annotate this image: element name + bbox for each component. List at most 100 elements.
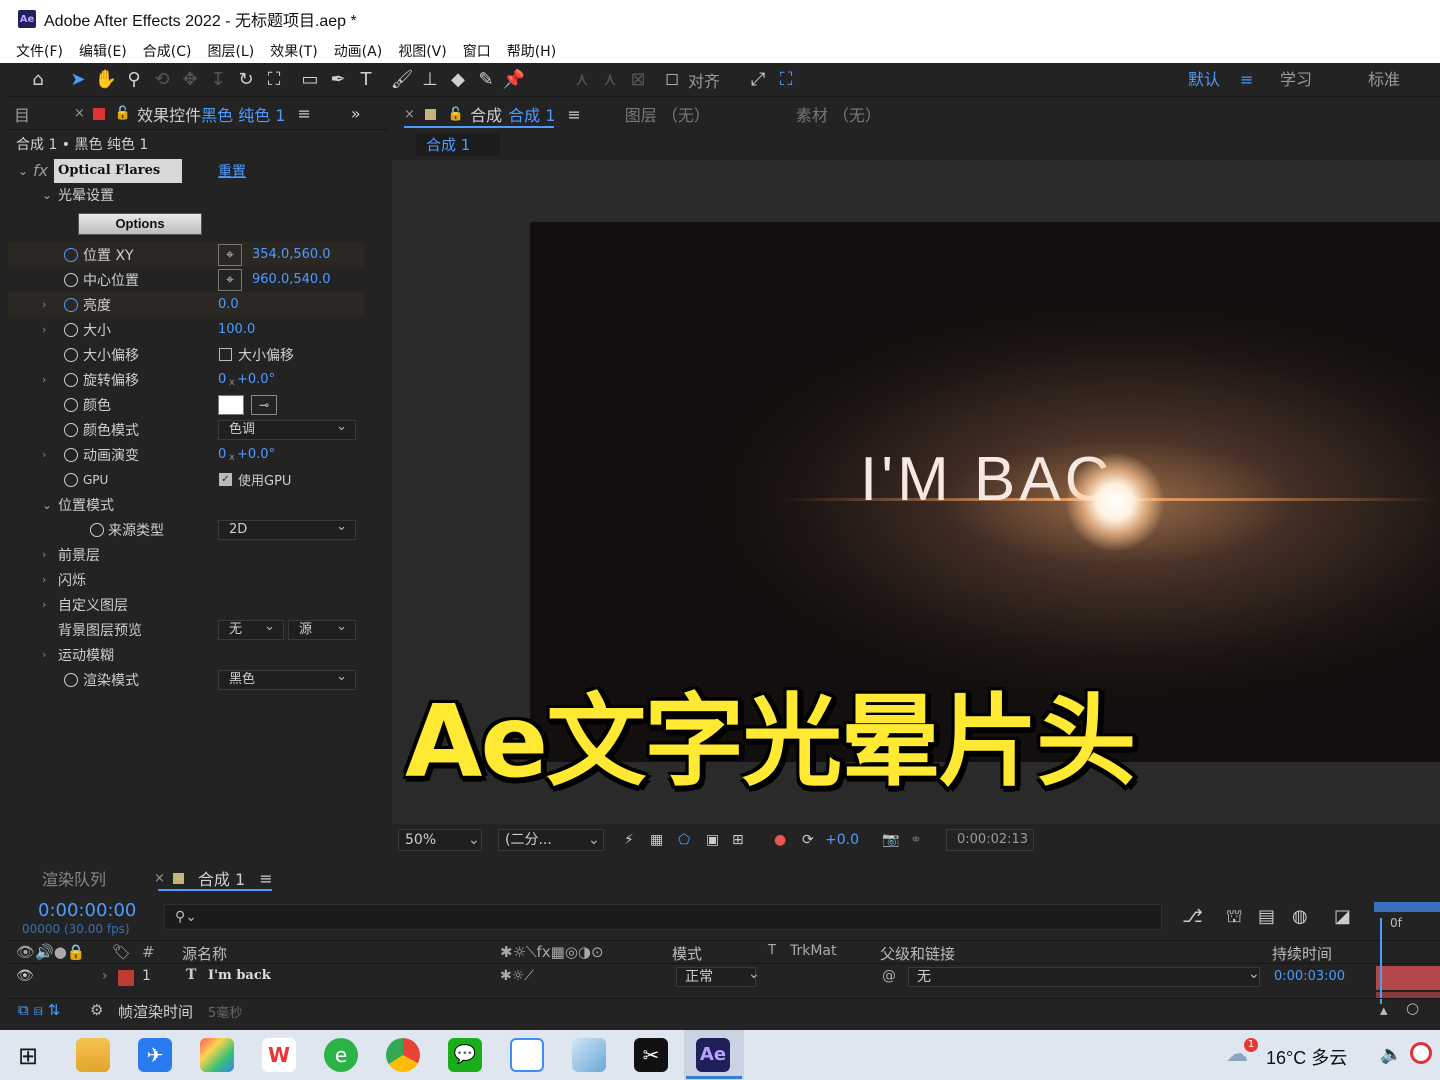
- show-snapshot-icon[interactable]: ⚭: [910, 832, 922, 848]
- color-mode-select[interactable]: 色调: [218, 418, 356, 440]
- rectangle-tool-icon[interactable]: ▭: [296, 66, 324, 94]
- reset-exposure-icon[interactable]: ⟳: [802, 832, 814, 848]
- expand-icon[interactable]: ›: [42, 648, 46, 661]
- footage-tab[interactable]: 素材 （无）: [796, 102, 881, 126]
- collapse-icon[interactable]: ⌄: [42, 188, 52, 202]
- comp-tab-label[interactable]: 合成: [470, 102, 502, 126]
- menu-composition[interactable]: 合成(C): [143, 41, 192, 61]
- layer-duration-bar[interactable]: [1376, 966, 1440, 990]
- render-queue-tab[interactable]: 渲染队列: [42, 866, 106, 890]
- fx-icon[interactable]: fx: [33, 161, 48, 180]
- pan-behind-icon[interactable]: ⛶: [260, 66, 288, 94]
- bg-source-select[interactable]: 源: [288, 618, 356, 640]
- comp-tab-name[interactable]: 合成 1: [508, 102, 555, 126]
- collapse-icon[interactable]: ⌄: [18, 164, 28, 178]
- close-icon[interactable]: ×: [74, 106, 85, 121]
- rotate-tool-icon[interactable]: ↻: [232, 66, 260, 94]
- stopwatch-icon[interactable]: [64, 297, 78, 312]
- render-mode-select[interactable]: 黑色: [218, 668, 356, 690]
- chrome-icon[interactable]: [386, 1038, 420, 1072]
- axis-world-icon[interactable]: ⋏: [596, 66, 624, 94]
- stopwatch-icon[interactable]: [90, 522, 104, 537]
- lock-icon[interactable]: 🔓: [115, 106, 131, 121]
- collapse-icon[interactable]: ⌄: [42, 498, 52, 512]
- expand-icon[interactable]: ›: [42, 298, 46, 311]
- brush-tool-icon[interactable]: 🖌: [388, 66, 416, 94]
- effect-controls-layer-name[interactable]: 黑色 纯色 1: [201, 102, 285, 126]
- current-time-display[interactable]: 0:00:02:13: [946, 829, 1034, 851]
- timeline-timecode[interactable]: 0:00:00:00: [38, 900, 136, 921]
- weather-text[interactable]: 16°C 多云: [1266, 1044, 1347, 1070]
- panel-menu-icon[interactable]: ≡: [567, 105, 580, 124]
- layer-name[interactable]: I'm back: [208, 968, 271, 983]
- prop-value[interactable]: 960.0,540.0: [252, 272, 331, 287]
- menu-layer[interactable]: 图层(L): [207, 41, 254, 61]
- crosshair-icon[interactable]: ⌖: [218, 243, 242, 266]
- group-halo-row[interactable]: ⌄ 光晕设置: [8, 182, 364, 207]
- axis-view-icon[interactable]: ⊠: [624, 66, 652, 94]
- eraser-tool-icon[interactable]: ◆: [444, 66, 472, 94]
- group-foreground-row[interactable]: › 前景层: [8, 542, 364, 567]
- prop-value[interactable]: 354.0,560.0: [252, 247, 331, 262]
- channel-icon[interactable]: ●: [774, 832, 786, 848]
- stopwatch-icon[interactable]: [64, 447, 78, 462]
- menu-animation[interactable]: 动画(A): [334, 41, 383, 61]
- project-tab[interactable]: 目: [14, 102, 30, 126]
- pen-tool-icon[interactable]: ✒: [324, 66, 352, 94]
- volume-icon[interactable]: 🔈: [1380, 1044, 1402, 1065]
- roto-brush-icon[interactable]: ✎: [472, 66, 500, 94]
- checkbox-checked[interactable]: ✓: [219, 473, 232, 486]
- exposure-value[interactable]: +0.0: [825, 832, 859, 848]
- close-icon[interactable]: ×: [404, 107, 415, 122]
- stopwatch-icon[interactable]: [64, 347, 78, 362]
- reset-link[interactable]: 重置: [218, 161, 246, 181]
- menu-edit[interactable]: 编辑(E): [79, 41, 127, 61]
- source-type-select[interactable]: 2D: [218, 518, 356, 540]
- hand-tool-icon[interactable]: ✋: [92, 66, 120, 94]
- timeline-search-input[interactable]: ⚲⌄: [164, 904, 1162, 930]
- capcut-icon[interactable]: ✂: [634, 1038, 668, 1072]
- grid-guides-icon[interactable]: ⊞: [732, 832, 744, 848]
- graph-editor-icon[interactable]: ◪: [1334, 906, 1351, 927]
- timeline-layer-row[interactable]: 👁 › 1 T I'm back ✱☼⟋ 正常 ⌄ @ 无 ⌄ 0:00:03:…: [8, 966, 1374, 990]
- feishu-icon[interactable]: ✈: [138, 1038, 172, 1072]
- expand-panels-icon[interactable]: »: [351, 104, 361, 123]
- expand-icon[interactable]: ›: [42, 373, 46, 386]
- align-checkbox[interactable]: ☐: [658, 66, 686, 94]
- stopwatch-icon[interactable]: [64, 247, 78, 262]
- options-button[interactable]: Options: [78, 213, 202, 235]
- text-tool-icon[interactable]: T: [352, 66, 380, 94]
- app-grid-icon[interactable]: [200, 1038, 234, 1072]
- menu-effect[interactable]: 效果(T): [270, 41, 317, 61]
- dolly-camera-icon[interactable]: ↧: [204, 66, 232, 94]
- axis-local-icon[interactable]: ⋏: [568, 66, 596, 94]
- group-custom-layer-row[interactable]: › 自定义图层: [8, 592, 364, 617]
- stopwatch-icon[interactable]: [64, 397, 78, 412]
- color-swatch[interactable]: [218, 394, 244, 415]
- layer-switches-icon[interactable]: ✱☼⟋: [500, 968, 534, 984]
- expand-icon[interactable]: ›: [42, 548, 46, 561]
- render-time-icon[interactable]: ⚙: [90, 1001, 103, 1019]
- motion-blur-icon[interactable]: ◍: [1292, 906, 1308, 927]
- footer-toggle-icons[interactable]: ⧉ ⧈ ⇅: [18, 1001, 60, 1019]
- prop-value-rev[interactable]: 0: [218, 447, 226, 462]
- wechat-icon[interactable]: 💬: [448, 1038, 482, 1072]
- comp-subtab[interactable]: 合成 1: [416, 134, 500, 156]
- layer-tab[interactable]: 图层 （无）: [625, 102, 710, 126]
- lock-icon[interactable]: 🔓: [448, 107, 464, 122]
- expand-icon[interactable]: ›: [42, 573, 46, 586]
- zoom-slider-handle[interactable]: ○: [1406, 999, 1419, 1017]
- snap-icon[interactable]: ⤢: [744, 66, 772, 94]
- mask-visibility-icon[interactable]: ⬠: [678, 832, 690, 848]
- effect-controls-tab[interactable]: 效果控件: [137, 102, 201, 126]
- home-icon[interactable]: ⌂: [24, 66, 52, 94]
- menu-view[interactable]: 视图(V): [398, 41, 447, 61]
- snap-options-icon[interactable]: ⛶: [772, 66, 800, 94]
- checkbox[interactable]: [219, 348, 232, 361]
- layer-mode-select[interactable]: 正常: [676, 967, 756, 987]
- baidu-netdisk-icon[interactable]: [510, 1038, 544, 1072]
- workspace-default[interactable]: 默认: [1188, 63, 1220, 97]
- shy-layers-icon[interactable]: ⛫: [1226, 906, 1243, 930]
- menu-window[interactable]: 窗口: [463, 41, 491, 61]
- workspace-standard[interactable]: 标准: [1368, 63, 1400, 97]
